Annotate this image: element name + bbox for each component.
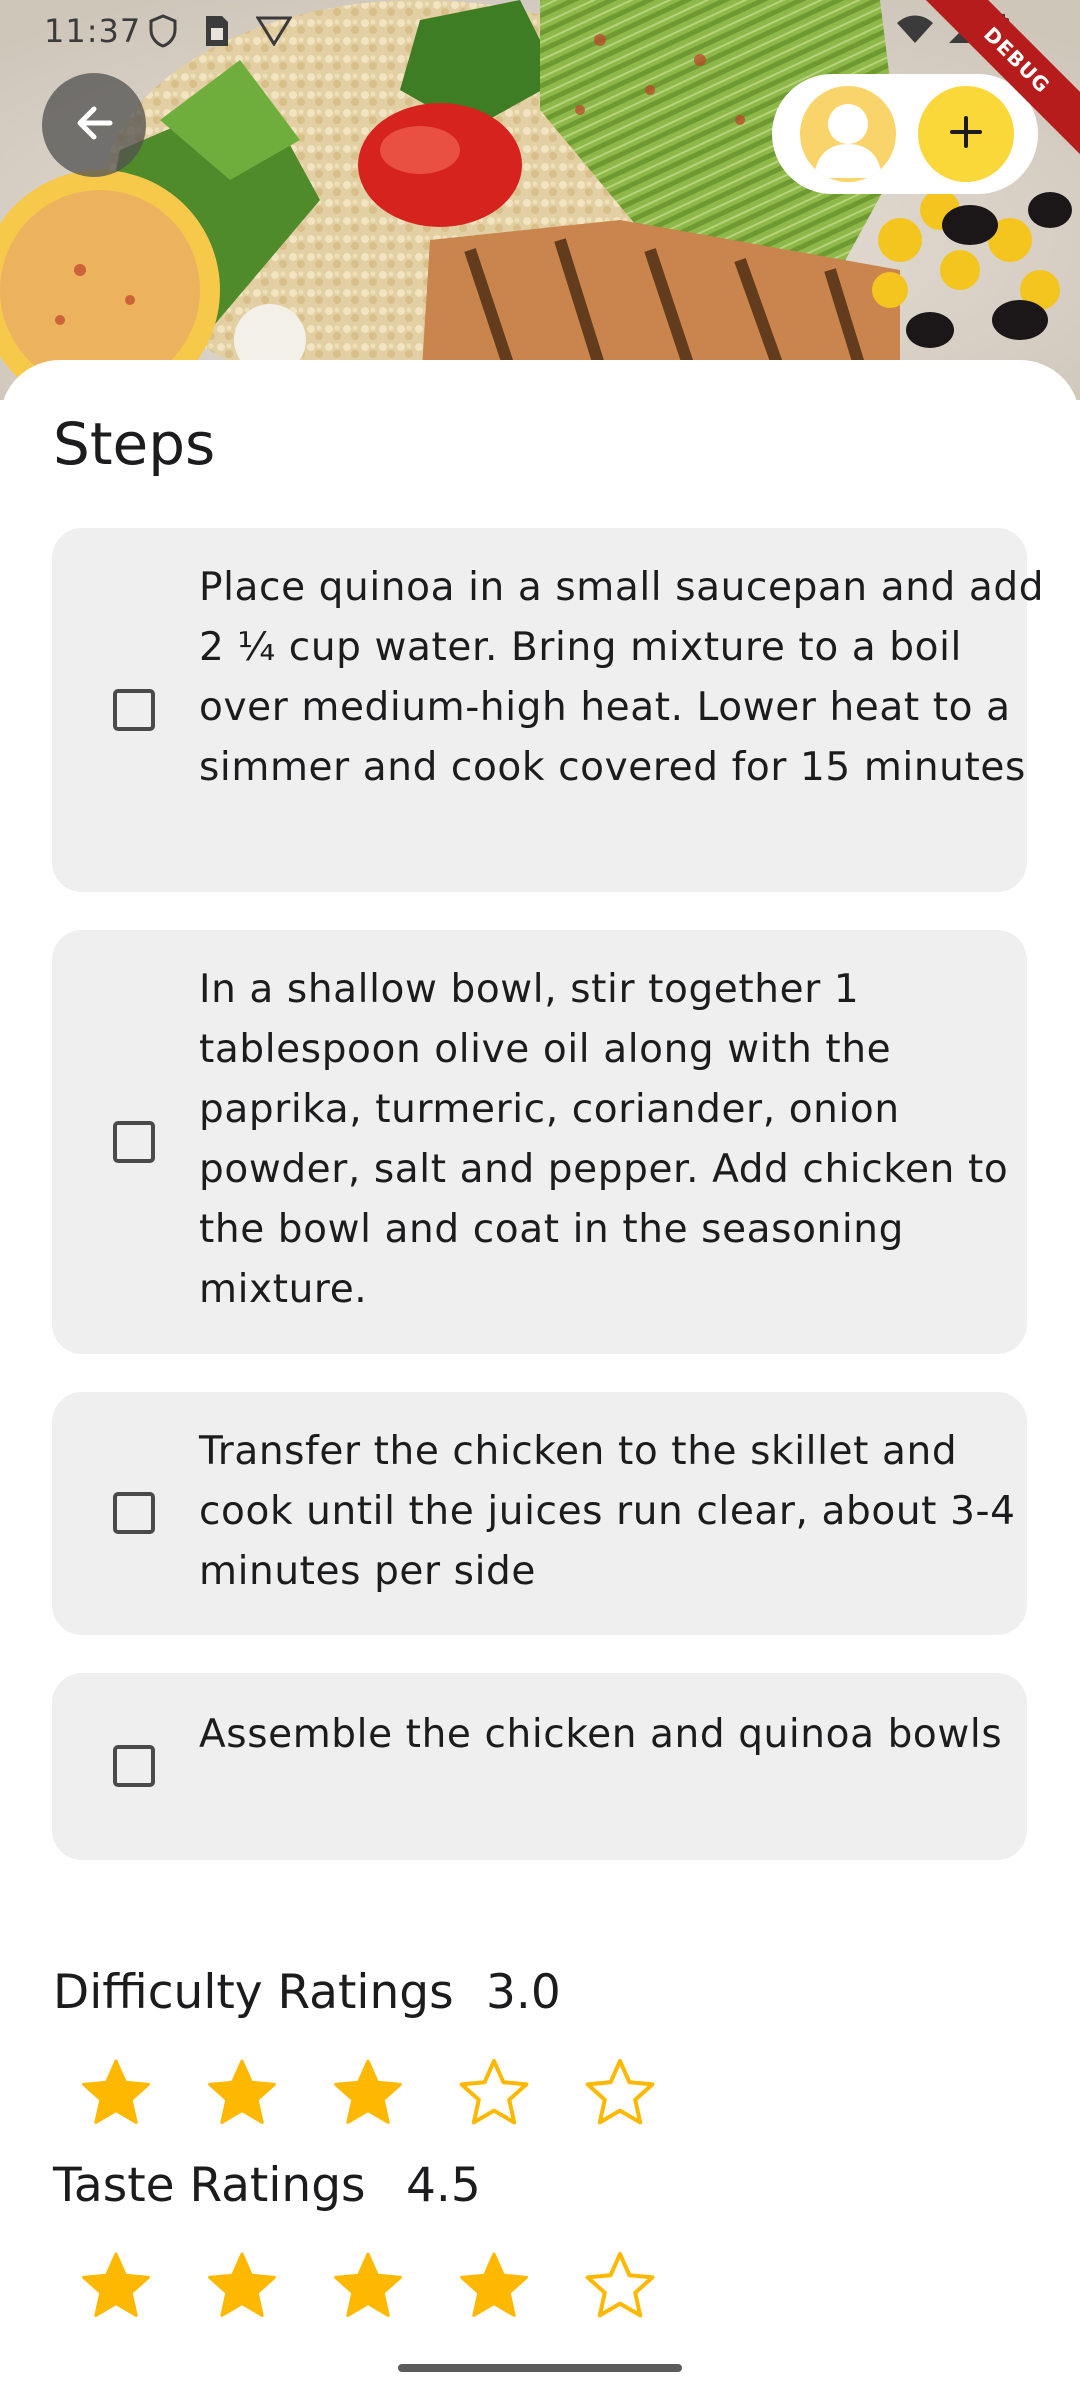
- step-card[interactable]: Transfer the chicken to the skillet and …: [52, 1392, 1027, 1635]
- star-filled-icon[interactable]: [206, 2057, 278, 2129]
- star-outline-icon[interactable]: [584, 2250, 656, 2322]
- step-checkbox[interactable]: [113, 1121, 155, 1163]
- step-text: In a shallow bowl, stir together 1 table…: [199, 967, 1009, 1312]
- star-filled-icon[interactable]: [332, 2250, 404, 2322]
- star-outline-icon[interactable]: [584, 2057, 656, 2129]
- back-button[interactable]: [42, 73, 146, 177]
- recipe-details-sheet: Steps Place quinoa in a small saucepan a…: [0, 360, 1080, 2400]
- step-checkbox[interactable]: [113, 689, 155, 731]
- person-icon: [800, 104, 896, 182]
- home-indicator[interactable]: [398, 2364, 682, 2372]
- wifi-icon: [896, 14, 934, 50]
- step-text: Transfer the chicken to the skillet and …: [199, 1429, 1016, 1594]
- star-filled-icon[interactable]: [332, 2057, 404, 2129]
- vpn-icon: [255, 14, 293, 52]
- star-outline-icon[interactable]: [458, 2057, 530, 2129]
- profile-avatar-button[interactable]: [800, 86, 896, 182]
- recipe-hero-image: [0, 0, 1080, 400]
- difficulty-rating-label: Difficulty Ratings: [53, 1965, 454, 2020]
- taste-rating-value: 4.5: [406, 2158, 481, 2213]
- add-button[interactable]: [918, 86, 1014, 182]
- header-actions: [772, 74, 1038, 194]
- steps-title: Steps: [53, 410, 216, 478]
- star-filled-icon[interactable]: [458, 2250, 530, 2322]
- plus-icon: [948, 114, 984, 154]
- step-card[interactable]: In a shallow bowl, stir together 1 table…: [52, 930, 1027, 1354]
- step-card[interactable]: Place quinoa in a small saucepan and add…: [52, 528, 1044, 892]
- star-filled-icon[interactable]: [80, 2057, 152, 2129]
- shield-icon: [148, 14, 178, 52]
- taste-rating-label: Taste Ratings: [53, 2158, 366, 2213]
- star-filled-icon[interactable]: [80, 2250, 152, 2322]
- step-text: Assemble the chicken and quinoa bowls: [199, 1712, 1003, 1757]
- arrow-left-icon: [70, 99, 118, 151]
- difficulty-rating-value: 3.0: [486, 1965, 561, 2020]
- star-filled-icon[interactable]: [206, 2250, 278, 2322]
- status-icons-left: [148, 14, 293, 52]
- status-time: 11:37: [44, 12, 142, 50]
- sim-card-icon: [204, 14, 230, 52]
- step-text: Place quinoa in a small saucepan and add…: [199, 565, 1045, 790]
- step-checkbox[interactable]: [113, 1745, 155, 1787]
- step-checkbox[interactable]: [113, 1492, 155, 1534]
- status-bar: 11:37: [0, 0, 1080, 60]
- step-card[interactable]: Assemble the chicken and quinoa bowls: [52, 1673, 1027, 1860]
